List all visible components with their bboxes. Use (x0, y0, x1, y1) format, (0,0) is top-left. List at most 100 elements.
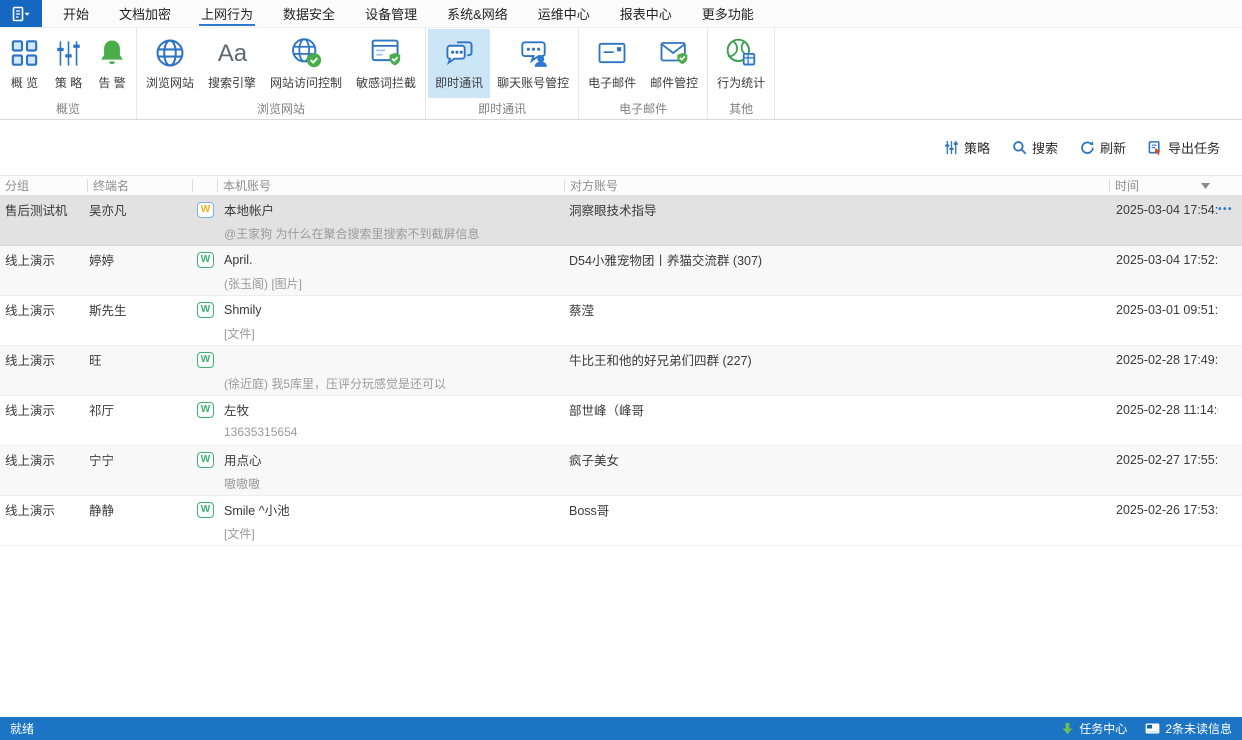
ribbon-button[interactable]: 网站访问控制 (263, 29, 349, 98)
ribbon-button[interactable]: 告 警 (90, 29, 134, 98)
cell-more: ••• (1218, 204, 1242, 215)
table-row[interactable]: 线上演示旺W牛比王和他的好兄弟们四群 (227)2025-02-28 17:49… (0, 346, 1242, 396)
cell-message: [文件] (218, 325, 1242, 342)
column-header[interactable]: 分组 (0, 176, 88, 195)
ribbon-button-label: 浏览网站 (146, 74, 194, 91)
cell-terminal: 吴亦凡 (88, 200, 193, 219)
wechat-icon: W (197, 402, 214, 418)
cell-message: [文件] (218, 525, 1242, 542)
cell-time: 2025-03-01 09:51:00 (1110, 303, 1218, 317)
ribbon-button[interactable]: 敏感词拦截 (349, 29, 423, 98)
ribbon-group: 行为统计其他 (708, 28, 775, 119)
ribbon-group: 电子邮件邮件管控电子邮件 (579, 28, 708, 119)
ribbon-button[interactable]: Aa搜索引擎 (201, 29, 263, 98)
refresh-button[interactable]: 刷新 (1080, 138, 1126, 157)
menu-tab[interactable]: 文档加密 (104, 0, 186, 27)
ribbon-buttons: 电子邮件邮件管控 (581, 29, 705, 98)
cell-time: 2025-02-26 17:53:00 (1110, 503, 1218, 517)
policy-sliders-icon (54, 33, 83, 73)
cell-remote-account: 蔡滢 (565, 300, 1110, 319)
cell-remote-account: D54小雅宠物团丨养猫交流群 (307) (565, 250, 1110, 269)
column-header[interactable] (193, 176, 218, 195)
browse-globe-icon (154, 33, 186, 73)
ribbon-button[interactable]: 浏览网站 (139, 29, 201, 98)
app-window: { "menu_tabs": [ {"label": "开始"}, {"labe… (0, 0, 1242, 740)
cell-terminal: 宁宁 (88, 450, 193, 469)
cell-local-account: April. (218, 253, 565, 267)
cell-terminal: 斯先生 (88, 300, 193, 319)
cell-terminal: 旺 (88, 350, 193, 369)
ribbon-button-label: 敏感词拦截 (356, 74, 416, 91)
status-bar: 就绪 任务中心 2条未读信息 (0, 717, 1242, 740)
alert-bell-icon (97, 33, 127, 73)
menu-tab[interactable]: 更多功能 (687, 0, 769, 27)
cell-group: 线上演示 (0, 300, 88, 319)
menu-tab[interactable]: 报表中心 (605, 0, 687, 27)
ribbon-button-label: 邮件管控 (650, 74, 698, 91)
site-access-check-icon (290, 33, 322, 73)
task-center-button[interactable]: 任务中心 (1061, 720, 1127, 737)
column-header[interactable]: 时间 (1110, 176, 1218, 195)
cell-message: (张玉阁) [图片] (218, 275, 1242, 292)
cell-time: 2025-02-27 17:55:00 (1110, 453, 1218, 467)
table-row[interactable]: 线上演示斯先生WShmily蔡滢2025-03-01 09:51:00[文件] (0, 296, 1242, 346)
table-body: 售后测试机吴亦凡W本地帐户洞察眼技术指导2025-03-04 17:54:17•… (0, 196, 1242, 546)
menu-tab[interactable]: 数据安全 (268, 0, 350, 27)
cell-app: W (193, 352, 218, 368)
ribbon-button[interactable]: 邮件管控 (643, 29, 705, 98)
table-row[interactable]: 售后测试机吴亦凡W本地帐户洞察眼技术指导2025-03-04 17:54:17•… (0, 196, 1242, 246)
cell-local-account: 用点心 (218, 450, 565, 469)
column-header[interactable]: 终端名 (88, 176, 193, 195)
policy-button[interactable]: 策略 (944, 138, 990, 157)
unread-messages-label: 2条未读信息 (1165, 720, 1232, 737)
menu-tab[interactable]: 设备管理 (350, 0, 432, 27)
filter-dropdown-icon[interactable] (1201, 183, 1210, 189)
cell-app: W (193, 402, 218, 418)
table-row[interactable]: 线上演示宁宁W用点心疯子美女2025-02-27 17:55:00嗷嗷嗷 (0, 446, 1242, 496)
ribbon-button[interactable]: 策 略 (47, 29, 90, 98)
wechat-local-icon: W (197, 202, 214, 218)
column-header-label: 对方账号 (570, 177, 618, 194)
ribbon-button[interactable]: 聊天账号管控 (490, 29, 576, 98)
table-row[interactable]: 线上演示祁厅W左牧部世峰（峰哥2025-02-28 11:14:00136353… (0, 396, 1242, 446)
table-row[interactable]: 线上演示婷婷WApril.D54小雅宠物团丨养猫交流群 (307)2025-03… (0, 246, 1242, 296)
ribbon-button[interactable]: 行为统计 (710, 29, 772, 98)
search-sm-icon (1012, 140, 1027, 155)
ribbon-button[interactable]: 电子邮件 (581, 29, 643, 98)
ribbon-buttons: 概 览策 略告 警 (2, 29, 134, 98)
export-tasks-button[interactable]: 导出任务 (1148, 138, 1220, 157)
menu-tab[interactable]: 运维中心 (523, 0, 605, 27)
table-row[interactable]: 线上演示静静WSmile ^小池Boss哥2025-02-26 17:53:00… (0, 496, 1242, 546)
sliders-sm-icon (944, 140, 959, 155)
ribbon-group: 浏览网站Aa搜索引擎网站访问控制敏感词拦截浏览网站 (137, 28, 426, 119)
unread-messages-button[interactable]: 2条未读信息 (1145, 720, 1232, 737)
ribbon-button[interactable]: 概 览 (2, 29, 47, 98)
menu-tab[interactable]: 上网行为 (186, 0, 268, 27)
app-menu-button[interactable] (0, 0, 42, 27)
search-button[interactable]: 搜索 (1012, 138, 1058, 157)
menu-tabs: 开始文档加密上网行为数据安全设备管理系统&网络运维中心报表中心更多功能 (48, 0, 769, 27)
cell-group: 线上演示 (0, 400, 88, 419)
cell-remote-account: 疯子美女 (565, 450, 1110, 469)
app-menu-icon (11, 6, 31, 22)
menu-tab[interactable]: 系统&网络 (432, 0, 523, 27)
menu-bar: 开始文档加密上网行为数据安全设备管理系统&网络运维中心报表中心更多功能 (0, 0, 1242, 28)
menu-tab[interactable]: 开始 (48, 0, 104, 27)
action-toolbar: 策略 搜索 刷新 导出任务 (0, 120, 1242, 175)
cell-message: 嗷嗷嗷 (218, 475, 1242, 492)
more-button[interactable]: ••• (1218, 204, 1233, 215)
ribbon-group: 概 览策 略告 警概览 (0, 28, 137, 119)
ribbon-group-label: 概览 (2, 98, 134, 122)
ribbon-button[interactable]: 即时通讯 (428, 29, 490, 98)
overview-grid-icon (9, 33, 40, 73)
ribbon-group-label: 电子邮件 (581, 98, 705, 122)
column-header[interactable]: 对方账号 (565, 176, 1110, 195)
ribbon-button-label: 策 略 (55, 74, 82, 91)
column-header[interactable]: 本机账号 (218, 176, 565, 195)
ribbon-button-label: 网站访问控制 (270, 74, 342, 91)
cell-terminal: 祁厅 (88, 400, 193, 419)
cell-message: 13635315654 (218, 425, 1242, 439)
wechat-icon: W (197, 252, 214, 268)
action-label: 刷新 (1100, 138, 1126, 157)
ribbon-button-label: 搜索引擎 (208, 74, 256, 91)
